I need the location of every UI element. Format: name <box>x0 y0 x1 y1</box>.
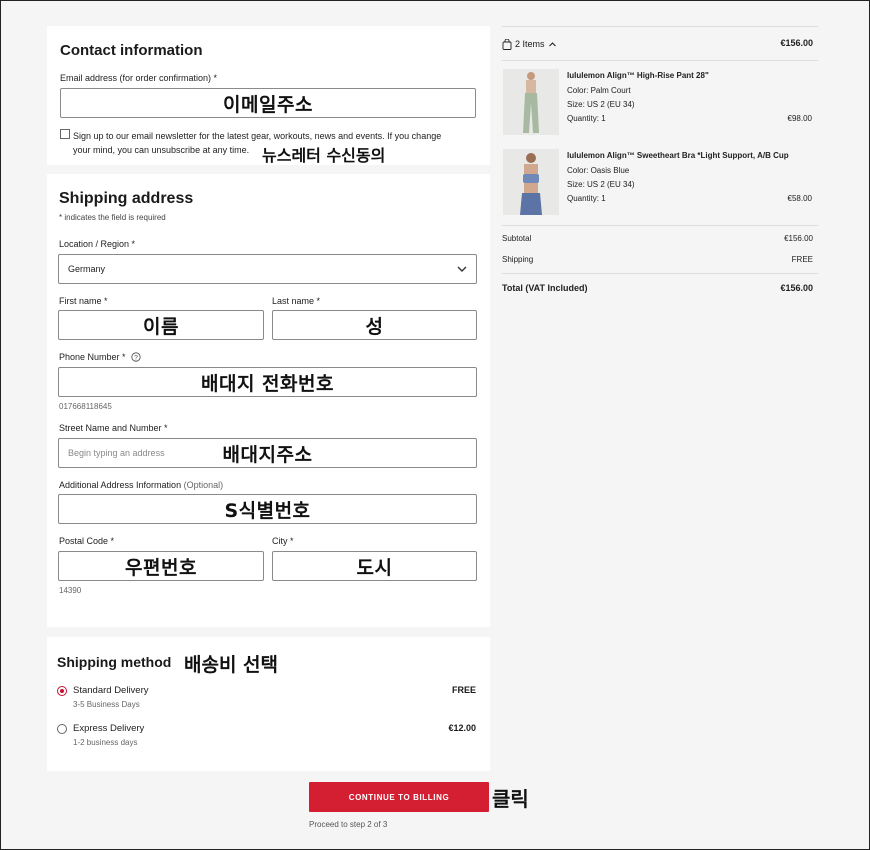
svg-text:?: ? <box>134 355 138 362</box>
newsletter-annotation: 뉴스레터 수신동의 <box>262 146 386 165</box>
email-input[interactable]: 이메일주소 <box>60 88 476 118</box>
help-circle-icon[interactable]: ? <box>131 352 141 362</box>
items-toggle[interactable]: 2 Items <box>502 37 557 51</box>
email-label: Email address (for order confirmation) * <box>60 73 218 83</box>
express-name: Express Delivery <box>73 723 145 734</box>
contact-information-section: Contact information Email address (for o… <box>47 26 490 165</box>
shipping-method-section: Shipping method 배송비 선택 Standard Delivery… <box>47 637 490 771</box>
product-name[interactable]: lululemon Align™ High-Rise Pant 28" <box>567 71 709 80</box>
product-color: Color: Oasis Blue <box>567 166 630 175</box>
standard-price: FREE <box>451 685 476 695</box>
location-select[interactable]: Germany <box>58 254 477 284</box>
street-input[interactable]: Begin typing an address 배대지주소 <box>58 438 477 468</box>
chevron-up-icon <box>548 41 556 46</box>
express-radio[interactable] <box>57 724 67 734</box>
street-label: Street Name and Number * <box>59 423 168 433</box>
first-name-annotation: 이름 <box>143 315 179 338</box>
phone-annotation: 배대지 전화번호 <box>201 372 334 395</box>
express-detail: 1-2 business days <box>73 738 138 747</box>
method-annotation: 배송비 선택 <box>184 654 279 676</box>
product-quantity: Quantity: 1 <box>567 114 606 123</box>
shipping-label: Shipping <box>502 255 534 264</box>
phone-input[interactable]: 배대지 전화번호 <box>58 367 477 397</box>
location-label: Location / Region * <box>59 239 136 249</box>
additional-label: Additional Address Information (Optional… <box>59 480 223 490</box>
required-note: * indicates the field is required <box>59 213 166 222</box>
product-size: Size: US 2 (EU 34) <box>567 180 635 189</box>
postal-label: Postal Code * <box>59 536 115 546</box>
city-annotation: 도시 <box>356 556 393 579</box>
product-price: €98.00 <box>787 114 812 123</box>
continue-to-billing-button[interactable]: CONTINUE TO BILLING <box>309 782 489 812</box>
first-name-label: First name * <box>59 296 108 306</box>
additional-label-text: Additional Address Information <box>59 480 182 490</box>
total-value: €156.00 <box>780 283 813 293</box>
postal-annotation: 우편번호 <box>125 556 197 579</box>
newsletter-text-line1: Sign up to our email newsletter for the … <box>73 131 442 141</box>
product-price: €58.00 <box>787 194 812 203</box>
summary-divider <box>502 225 818 226</box>
street-annotation: 배대지주소 <box>222 443 313 466</box>
product-image[interactable] <box>503 149 559 215</box>
product-name[interactable]: lululemon Align™ Sweetheart Bra *Light S… <box>567 151 789 160</box>
newsletter-checkbox[interactable] <box>60 129 70 139</box>
additional-optional: (Optional) <box>183 480 224 490</box>
shipping-title: Shipping address <box>59 190 194 207</box>
shipping-address-section: Shipping address * indicates the field i… <box>47 174 490 627</box>
subtotal-label: Subtotal <box>502 234 532 243</box>
items-total: €156.00 <box>780 38 813 48</box>
newsletter-text-line2: your mind, you can unsubscribe at any ti… <box>73 145 250 155</box>
city-label: City * <box>272 536 294 546</box>
city-input[interactable]: 도시 <box>272 551 477 581</box>
cta-annotation: 클릭 <box>492 787 529 811</box>
last-name-input[interactable]: 성 <box>272 310 477 340</box>
shipping-value: FREE <box>791 255 813 264</box>
phone-label: Phone Number * ? <box>59 352 141 362</box>
express-price: €12.00 <box>448 723 476 733</box>
items-label: 2 Items <box>515 39 545 49</box>
standard-detail: 3-5 Business Days <box>73 700 140 709</box>
standard-radio[interactable] <box>57 686 67 696</box>
product-color: Color: Palm Court <box>567 86 631 95</box>
summary-divider <box>502 26 818 27</box>
summary-divider <box>502 60 818 61</box>
subtotal-value: €156.00 <box>784 234 813 243</box>
method-title: Shipping method <box>57 654 172 670</box>
contact-title: Contact information <box>60 42 203 59</box>
additional-input[interactable]: S식별번호 <box>58 494 477 524</box>
total-label: Total (VAT Included) <box>502 283 588 293</box>
pant-image-icon <box>523 72 539 133</box>
phone-label-text: Phone Number * <box>59 352 126 362</box>
product-size: Size: US 2 (EU 34) <box>567 100 635 109</box>
shopping-bag-icon <box>502 38 512 50</box>
email-annotation: 이메일주소 <box>223 93 313 116</box>
first-name-input[interactable]: 이름 <box>58 310 264 340</box>
product-image[interactable] <box>503 69 559 135</box>
bra-image-icon <box>520 153 542 215</box>
postal-hint: 14390 <box>59 586 82 595</box>
last-name-annotation: 성 <box>365 315 384 338</box>
product-quantity: Quantity: 1 <box>567 194 606 203</box>
standard-name: Standard Delivery <box>73 685 149 696</box>
phone-hint: 017668118645 <box>59 402 112 411</box>
street-placeholder: Begin typing an address <box>68 448 165 458</box>
last-name-label: Last name * <box>272 296 321 306</box>
chevron-down-icon <box>457 266 467 272</box>
location-value: Germany <box>68 264 106 274</box>
step-text: Proceed to step 2 of 3 <box>309 820 388 829</box>
additional-annotation: S식별번호 <box>224 499 311 522</box>
summary-divider <box>502 273 818 274</box>
postal-input[interactable]: 우편번호 <box>58 551 264 581</box>
